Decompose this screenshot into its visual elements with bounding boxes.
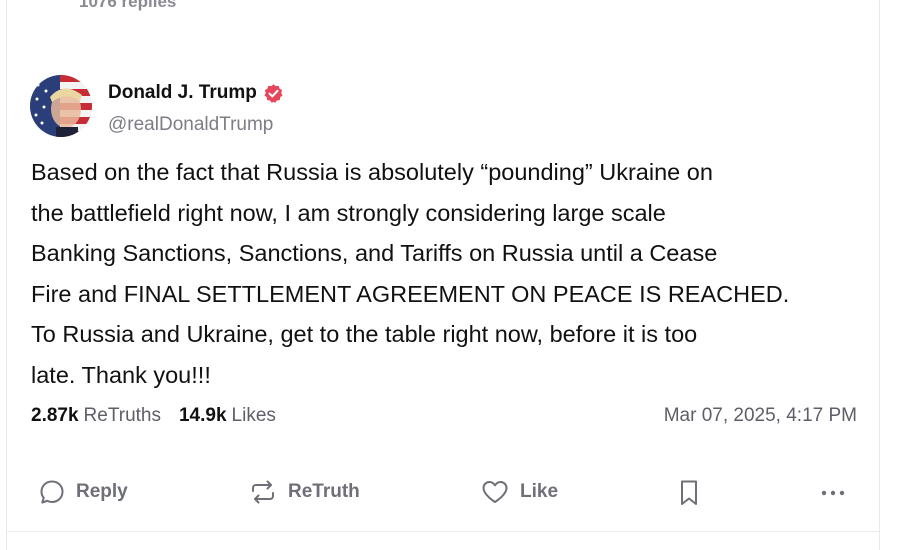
author-name-row: Donald J. Trump [108, 82, 284, 104]
retruths-stat[interactable]: 2.87k ReTruths [31, 405, 161, 427]
retruths-count: 2.87k [31, 405, 79, 426]
author-handle[interactable]: @realDonaldTrump [108, 114, 273, 136]
post-card: 1076 replies Donald J. Trump @realDonald… [6, 0, 880, 550]
post-stats: 2.87k ReTruths 14.9k Likes Mar 07, 2025,… [31, 405, 857, 427]
reply-button[interactable]: Reply [38, 478, 128, 506]
reply-bubble-icon [38, 478, 66, 506]
heart-icon [480, 478, 510, 506]
retruths-label: ReTruths [83, 405, 161, 426]
likes-stat[interactable]: 14.9k Likes [179, 405, 276, 427]
author-display-name[interactable]: Donald J. Trump [108, 82, 257, 104]
post-body-text: Based on the fact that Russia is absolut… [31, 159, 790, 388]
actions-divider [7, 531, 879, 532]
retruth-button[interactable]: ReTruth [248, 478, 360, 506]
avatar-image [30, 75, 92, 137]
reply-label: Reply [76, 481, 128, 502]
retruth-arrows-icon [248, 478, 278, 506]
more-dots-icon [818, 478, 848, 506]
bookmark-icon [677, 478, 701, 508]
like-label: Like [520, 481, 559, 502]
like-button[interactable]: Like [480, 478, 558, 506]
retruth-label: ReTruth [288, 481, 360, 502]
verified-badge-icon [263, 83, 284, 104]
likes-label: Likes [231, 405, 276, 426]
post-action-bar: Reply ReTruth Like [6, 472, 878, 516]
avatar[interactable] [30, 75, 92, 137]
more-options-button[interactable] [818, 478, 848, 506]
likes-count: 14.9k [178, 405, 227, 426]
bookmark-button[interactable] [677, 478, 701, 508]
post-timestamp[interactable]: Mar 07, 2025, 4:17 PM [664, 405, 857, 427]
previous-post-replies-count[interactable]: 1076 replies [79, 0, 176, 12]
